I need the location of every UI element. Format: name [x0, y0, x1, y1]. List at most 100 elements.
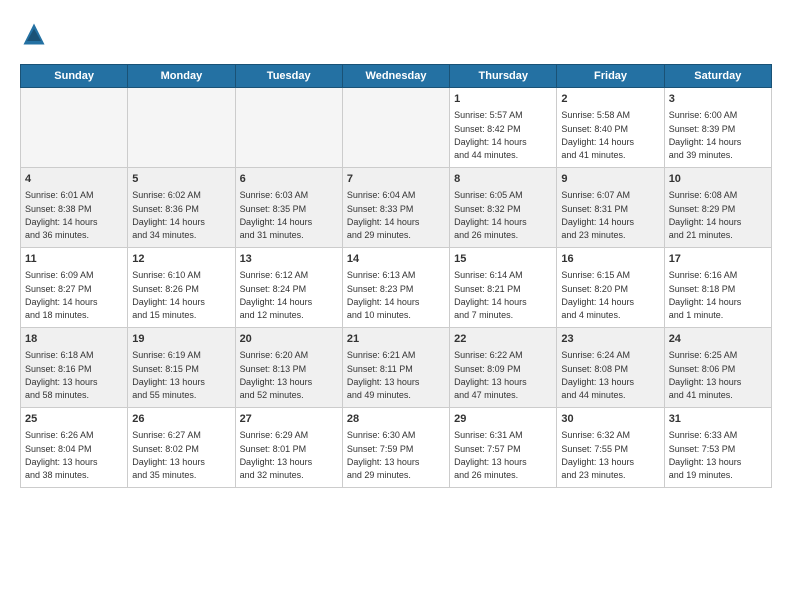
day-cell: 26 Sunrise: 6:27 AM Sunset: 8:02 PM Dayli…: [128, 408, 235, 488]
day-number: 11: [25, 252, 123, 267]
day-cell: 9 Sunrise: 6:07 AM Sunset: 8:31 PM Daylig…: [557, 168, 664, 248]
day-number: 15: [454, 252, 552, 267]
day-info: Sunrise: 6:14 AM Sunset: 8:21 PM Dayligh…: [454, 270, 527, 320]
calendar-table: SundayMondayTuesdayWednesdayThursdayFrid…: [20, 64, 772, 488]
day-cell: 20 Sunrise: 6:20 AM Sunset: 8:13 PM Dayli…: [235, 328, 342, 408]
day-info: Sunrise: 5:57 AM Sunset: 8:42 PM Dayligh…: [454, 110, 527, 160]
day-cell: 4 Sunrise: 6:01 AM Sunset: 8:38 PM Daylig…: [21, 168, 128, 248]
day-info: Sunrise: 6:25 AM Sunset: 8:06 PM Dayligh…: [669, 350, 742, 400]
day-number: 21: [347, 332, 445, 347]
day-number: 5: [132, 172, 230, 187]
day-number: 26: [132, 412, 230, 427]
day-info: Sunrise: 6:30 AM Sunset: 7:59 PM Dayligh…: [347, 430, 420, 480]
day-cell: 22Sunrise: 6:22 AM Sunset: 8:09 PM Dayli…: [450, 328, 557, 408]
day-number: 17: [669, 252, 767, 267]
day-number: 23: [561, 332, 659, 347]
logo: [20, 20, 52, 48]
day-info: Sunrise: 6:16 AM Sunset: 8:18 PM Dayligh…: [669, 270, 742, 320]
day-cell: 13 Sunrise: 6:12 AM Sunset: 8:24 PM Dayli…: [235, 248, 342, 328]
day-cell: 8 Sunrise: 6:05 AM Sunset: 8:32 PM Daylig…: [450, 168, 557, 248]
header-sunday: Sunday: [21, 65, 128, 88]
day-info: Sunrise: 6:21 AM Sunset: 8:11 PM Dayligh…: [347, 350, 420, 400]
day-number: 24: [669, 332, 767, 347]
day-info: Sunrise: 6:07 AM Sunset: 8:31 PM Dayligh…: [561, 190, 634, 240]
day-info: Sunrise: 6:08 AM Sunset: 8:29 PM Dayligh…: [669, 190, 742, 240]
day-number: 31: [669, 412, 767, 427]
day-number: 8: [454, 172, 552, 187]
day-info: Sunrise: 6:02 AM Sunset: 8:36 PM Dayligh…: [132, 190, 205, 240]
header-thursday: Thursday: [450, 65, 557, 88]
day-number: 20: [240, 332, 338, 347]
day-number: 4: [25, 172, 123, 187]
day-cell: 10Sunrise: 6:08 AM Sunset: 8:29 PM Dayli…: [664, 168, 771, 248]
day-cell: 29Sunrise: 6:31 AM Sunset: 7:57 PM Dayli…: [450, 408, 557, 488]
week-row-2: 4 Sunrise: 6:01 AM Sunset: 8:38 PM Daylig…: [21, 168, 772, 248]
day-info: Sunrise: 6:03 AM Sunset: 8:35 PM Dayligh…: [240, 190, 313, 240]
day-number: 2: [561, 92, 659, 107]
day-info: Sunrise: 6:19 AM Sunset: 8:15 PM Dayligh…: [132, 350, 205, 400]
day-info: Sunrise: 6:18 AM Sunset: 8:16 PM Dayligh…: [25, 350, 98, 400]
day-cell: 18 Sunrise: 6:18 AM Sunset: 8:16 PM Dayli…: [21, 328, 128, 408]
day-cell: 2 Sunrise: 5:58 AM Sunset: 8:40 PM Daylig…: [557, 88, 664, 168]
calendar-header-row: SundayMondayTuesdayWednesdayThursdayFrid…: [21, 65, 772, 88]
day-cell: 3 Sunrise: 6:00 AM Sunset: 8:39 PM Daylig…: [664, 88, 771, 168]
day-cell: [235, 88, 342, 168]
day-info: Sunrise: 6:26 AM Sunset: 8:04 PM Dayligh…: [25, 430, 98, 480]
day-info: Sunrise: 6:13 AM Sunset: 8:23 PM Dayligh…: [347, 270, 420, 320]
day-cell: 7 Sunrise: 6:04 AM Sunset: 8:33 PM Daylig…: [342, 168, 449, 248]
day-cell: [342, 88, 449, 168]
day-cell: 25Sunrise: 6:26 AM Sunset: 8:04 PM Dayli…: [21, 408, 128, 488]
day-number: 6: [240, 172, 338, 187]
day-cell: 23 Sunrise: 6:24 AM Sunset: 8:08 PM Dayli…: [557, 328, 664, 408]
day-cell: 30 Sunrise: 6:32 AM Sunset: 7:55 PM Dayli…: [557, 408, 664, 488]
day-cell: 27Sunrise: 6:29 AM Sunset: 8:01 PM Dayli…: [235, 408, 342, 488]
day-cell: 1Sunrise: 5:57 AM Sunset: 8:42 PM Daylig…: [450, 88, 557, 168]
day-number: 7: [347, 172, 445, 187]
day-info: Sunrise: 6:24 AM Sunset: 8:08 PM Dayligh…: [561, 350, 634, 400]
day-number: 16: [561, 252, 659, 267]
day-info: Sunrise: 6:05 AM Sunset: 8:32 PM Dayligh…: [454, 190, 527, 240]
header-monday: Monday: [128, 65, 235, 88]
day-number: 19: [132, 332, 230, 347]
day-info: Sunrise: 6:00 AM Sunset: 8:39 PM Dayligh…: [669, 110, 742, 160]
header-wednesday: Wednesday: [342, 65, 449, 88]
day-info: Sunrise: 6:31 AM Sunset: 7:57 PM Dayligh…: [454, 430, 527, 480]
day-cell: 14 Sunrise: 6:13 AM Sunset: 8:23 PM Dayli…: [342, 248, 449, 328]
day-number: 13: [240, 252, 338, 267]
page-header: [20, 20, 772, 48]
day-info: Sunrise: 6:27 AM Sunset: 8:02 PM Dayligh…: [132, 430, 205, 480]
day-info: Sunrise: 6:04 AM Sunset: 8:33 PM Dayligh…: [347, 190, 420, 240]
header-saturday: Saturday: [664, 65, 771, 88]
day-info: Sunrise: 6:15 AM Sunset: 8:20 PM Dayligh…: [561, 270, 634, 320]
day-info: Sunrise: 5:58 AM Sunset: 8:40 PM Dayligh…: [561, 110, 634, 160]
day-number: 12: [132, 252, 230, 267]
day-number: 30: [561, 412, 659, 427]
day-number: 14: [347, 252, 445, 267]
header-friday: Friday: [557, 65, 664, 88]
day-cell: 6 Sunrise: 6:03 AM Sunset: 8:35 PM Daylig…: [235, 168, 342, 248]
day-info: Sunrise: 6:09 AM Sunset: 8:27 PM Dayligh…: [25, 270, 98, 320]
day-cell: 15 Sunrise: 6:14 AM Sunset: 8:21 PM Dayli…: [450, 248, 557, 328]
day-number: 18: [25, 332, 123, 347]
day-info: Sunrise: 6:01 AM Sunset: 8:38 PM Dayligh…: [25, 190, 98, 240]
day-cell: [21, 88, 128, 168]
day-number: 28: [347, 412, 445, 427]
day-number: 9: [561, 172, 659, 187]
day-info: Sunrise: 6:33 AM Sunset: 7:53 PM Dayligh…: [669, 430, 742, 480]
day-cell: 31 Sunrise: 6:33 AM Sunset: 7:53 PM Dayli…: [664, 408, 771, 488]
week-row-1: 1Sunrise: 5:57 AM Sunset: 8:42 PM Daylig…: [21, 88, 772, 168]
day-info: Sunrise: 6:12 AM Sunset: 8:24 PM Dayligh…: [240, 270, 313, 320]
day-number: 3: [669, 92, 767, 107]
day-info: Sunrise: 6:20 AM Sunset: 8:13 PM Dayligh…: [240, 350, 313, 400]
day-cell: 5 Sunrise: 6:02 AM Sunset: 8:36 PM Daylig…: [128, 168, 235, 248]
day-info: Sunrise: 6:32 AM Sunset: 7:55 PM Dayligh…: [561, 430, 634, 480]
week-row-4: 18 Sunrise: 6:18 AM Sunset: 8:16 PM Dayli…: [21, 328, 772, 408]
logo-icon: [20, 20, 48, 48]
day-number: 22: [454, 332, 552, 347]
week-row-3: 11 Sunrise: 6:09 AM Sunset: 8:27 PM Dayli…: [21, 248, 772, 328]
header-tuesday: Tuesday: [235, 65, 342, 88]
day-cell: 16 Sunrise: 6:15 AM Sunset: 8:20 PM Dayli…: [557, 248, 664, 328]
day-cell: 17 Sunrise: 6:16 AM Sunset: 8:18 PM Dayli…: [664, 248, 771, 328]
day-cell: 28 Sunrise: 6:30 AM Sunset: 7:59 PM Dayli…: [342, 408, 449, 488]
day-cell: [128, 88, 235, 168]
